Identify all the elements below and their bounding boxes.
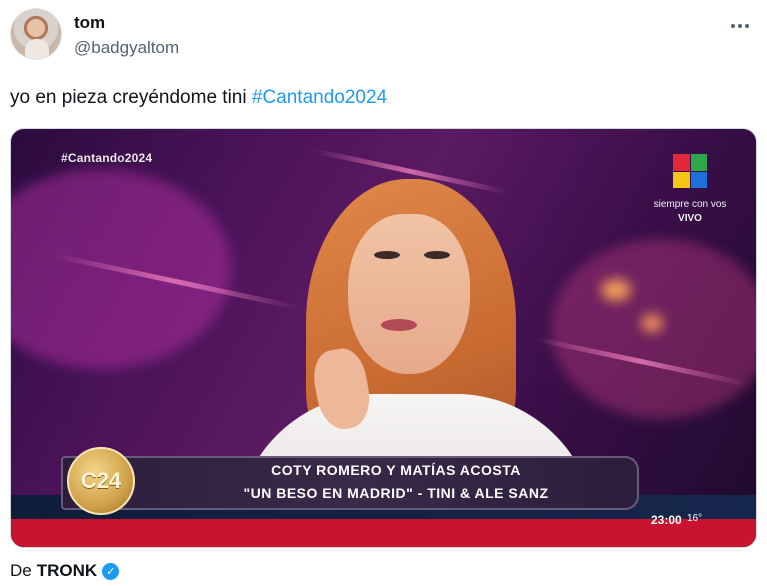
lower-third-line2: "UN BESO EN MADRID" - TINI & ALE SANZ xyxy=(243,485,549,501)
tweet-media-image[interactable]: #Cantando2024 siempre con vos VIVO C24 C… xyxy=(10,128,757,548)
more-dot-icon xyxy=(745,24,749,28)
program-hashtag-watermark: #Cantando2024 xyxy=(61,151,153,165)
tweet-text: yo en pieza creyéndome tini #Cantando202… xyxy=(10,87,387,109)
more-dot-icon xyxy=(738,24,742,28)
hashtag-link[interactable]: #Cantando2024 xyxy=(252,87,387,108)
channel-logo-icon xyxy=(673,154,707,188)
author-handle[interactable]: @badgyaltom xyxy=(74,38,179,58)
broadcast-clock: 23:00 xyxy=(651,513,682,527)
tweet-body: yo en pieza creyéndome tini xyxy=(10,87,252,108)
source-name-link[interactable]: TRONK xyxy=(37,561,97,581)
lower-third-line1: COTY ROMERO Y MATÍAS ACOSTA xyxy=(271,462,521,478)
more-options-button[interactable] xyxy=(726,12,754,40)
program-logo-icon: C24 xyxy=(67,447,135,515)
live-indicator: VIVO xyxy=(678,213,702,224)
stage-light xyxy=(641,314,663,332)
author-display-name[interactable]: tom xyxy=(74,13,105,33)
more-dot-icon xyxy=(731,24,735,28)
broadcast-temperature: 16° xyxy=(687,513,703,524)
mouth xyxy=(381,319,417,331)
avatar[interactable] xyxy=(10,8,62,60)
face xyxy=(348,214,470,374)
stage-light xyxy=(601,279,631,301)
tweet-header: tom @badgyaltom xyxy=(10,8,760,64)
ticker-bar xyxy=(11,519,756,547)
verified-badge-icon: ✓ xyxy=(102,562,120,580)
left-eye xyxy=(374,251,400,259)
right-eye xyxy=(424,251,450,259)
media-source-attribution: De TRONK ✓ xyxy=(10,561,120,581)
channel-slogan: siempre con vos xyxy=(653,199,727,210)
source-prefix: De xyxy=(10,561,32,580)
